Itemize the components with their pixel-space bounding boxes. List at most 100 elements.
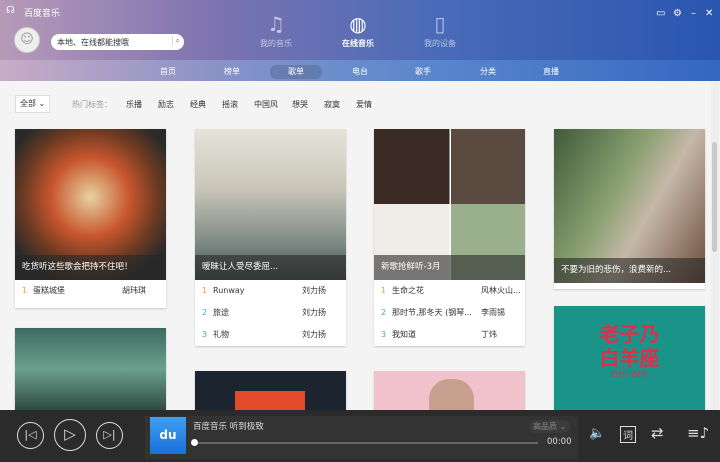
track-row[interactable]: 3 礼物 刘力扬 <box>195 324 346 346</box>
subnav-charts[interactable]: 榜单 <box>214 65 250 79</box>
progress-handle[interactable] <box>191 439 198 446</box>
volume-icon[interactable]: 🔈 <box>589 426 605 441</box>
quality-selector[interactable]: 高品质 ⌄ <box>529 420 571 433</box>
tab-label: 我的音乐 <box>260 39 292 48</box>
subnav-live[interactable]: 直播 <box>533 65 569 79</box>
app-title: 百度音乐 <box>24 9 61 19</box>
scrollbar-thumb[interactable] <box>712 142 717 252</box>
track-number: 2 <box>202 308 208 317</box>
tag[interactable]: 寂寞 <box>324 99 340 110</box>
app-logo-icon: ☊ <box>6 5 15 16</box>
play-icon[interactable]: ▷ <box>54 419 86 451</box>
search-icon[interactable]: ⌕ <box>171 36 180 46</box>
track-number: 1 <box>22 286 28 295</box>
tab-my-music[interactable]: ♫ 我的音乐 <box>246 10 306 49</box>
playlist-card[interactable]: 吃货听这些歌会把持不住吧！ 1 蛋糕城堡 胡玮琪 <box>15 129 166 308</box>
track-title: 生命之花 <box>392 286 424 295</box>
repeat-icon[interactable]: ⇄ <box>651 424 664 442</box>
track-row[interactable]: 1 蛋糕城堡 胡玮琪 <box>15 280 166 302</box>
playlist-icon[interactable]: ≡♪ <box>687 424 709 442</box>
track-artist: 刘力扬 <box>302 308 326 317</box>
cover-subtext: OH! AH! <box>611 370 648 380</box>
chevron-down-icon: ⌄ <box>38 99 46 108</box>
filter-label: 全部 <box>20 99 36 108</box>
playlist-cover: 新歌抢鲜听-3月 <box>374 129 525 280</box>
globe-icon: ◍ <box>349 12 367 36</box>
hot-tags-label: 热门标签： <box>72 100 112 109</box>
playlist-cover: 暧昧让人受尽委屈... <box>195 129 346 280</box>
lyrics-icon[interactable]: 词 <box>620 426 636 443</box>
track-row[interactable]: 2 那时节,那冬天 (钢琴... 李雨锡 <box>374 302 525 324</box>
track-row[interactable]: 2 旅途 刘力扬 <box>195 302 346 324</box>
playlist-card[interactable] <box>195 371 346 410</box>
track-artist: 胡玮琪 <box>122 286 146 295</box>
track-artist: 李雨锡 <box>481 308 505 317</box>
track-title: 蛋糕城堡 <box>33 286 65 295</box>
tag[interactable]: 中国风 <box>254 99 278 110</box>
track-number: 3 <box>381 330 387 339</box>
all-filter-dropdown[interactable]: 全部 ⌄ <box>15 95 51 113</box>
cover-text: 老子乃白羊座 <box>599 322 660 370</box>
track-artist: 刘力扬 <box>302 286 326 295</box>
playlist-card[interactable] <box>15 328 166 410</box>
minimize-icon[interactable]: – <box>691 8 696 19</box>
playlist-cover: 不要为旧的悲伤，浪费新的... <box>554 129 705 283</box>
subnav-singers[interactable]: 歌手 <box>405 65 441 79</box>
now-playing: du 百度音乐 听到极致 高品质 ⌄ 00:00 <box>145 416 578 459</box>
subnav-radio[interactable]: 电台 <box>342 65 378 79</box>
gear-icon[interactable]: ⚙ <box>673 8 682 19</box>
tag[interactable]: 想哭 <box>292 99 308 110</box>
track-artist: 丁炜 <box>481 330 497 339</box>
track-number: 2 <box>381 308 387 317</box>
chevron-down-icon: ⌄ <box>559 422 567 431</box>
tag[interactable]: 摇滚 <box>222 99 238 110</box>
music-note-icon: ♫ <box>267 12 285 36</box>
track-row[interactable]: 3 我知道 丁炜 <box>374 324 525 346</box>
track-number: 1 <box>202 286 208 295</box>
track-artist: 刘力扬 <box>302 330 326 339</box>
playlist-card[interactable]: 新歌抢鲜听-3月 1 生命之花 风林火山... 2 那时节,那冬天 (钢琴... 李雨锡… <box>374 129 525 346</box>
playlist-cover: 吃货听这些歌会把持不住吧！ <box>15 129 166 280</box>
tag[interactable]: 爱情 <box>356 99 372 110</box>
tag[interactable]: 经典 <box>190 99 206 110</box>
tab-online-music[interactable]: ◍ 在线音乐 <box>328 10 388 49</box>
tag[interactable]: 乐播 <box>126 99 142 110</box>
search-input[interactable]: 本地、在线都能搜哦 ⌕ <box>51 34 184 50</box>
subnav-categories[interactable]: 分类 <box>470 65 506 79</box>
track-title: Runway <box>213 286 245 295</box>
subnav-home[interactable]: 首页 <box>150 65 186 79</box>
search-placeholder: 本地、在线都能搜哦 <box>57 38 129 47</box>
album-art: du <box>150 417 186 454</box>
playlist-caption: 吃货听这些歌会把持不住吧！ <box>15 255 166 280</box>
close-icon[interactable]: ✕ <box>705 8 713 19</box>
tag[interactable]: 励志 <box>158 99 174 110</box>
track-artist: 风林火山... <box>481 286 521 295</box>
track-row[interactable]: 1 生命之花 风林火山... <box>374 280 525 302</box>
next-icon[interactable]: ▷| <box>96 422 123 449</box>
time-elapsed: 00:00 <box>547 437 572 447</box>
track-title: 百度音乐 听到极致 <box>193 422 264 432</box>
device-icon: ▯ <box>434 12 446 36</box>
playlist-card[interactable]: 老子乃白羊座 OH! AH! <box>554 306 705 410</box>
track-title: 旅途 <box>213 308 229 317</box>
previous-icon[interactable]: |◁ <box>17 422 44 449</box>
playlist-card[interactable]: 不要为旧的悲伤，浪费新的... <box>554 129 705 289</box>
playlist-caption: 不要为旧的悲伤，浪费新的... <box>554 258 705 283</box>
quality-label: 高品质 <box>533 422 557 431</box>
scrollbar[interactable] <box>711 82 719 410</box>
track-title: 礼物 <box>213 330 229 339</box>
avatar[interactable]: ☺ <box>14 27 40 53</box>
tab-label: 在线音乐 <box>342 39 374 48</box>
track-title: 那时节,那冬天 (钢琴... <box>392 308 472 317</box>
playlist-card[interactable]: 暧昧让人受尽委屈... 1 Runway 刘力扬 2 旅途 刘力扬 3 礼物 刘力扬 <box>195 129 346 346</box>
subnav-playlists[interactable]: 歌单 <box>270 65 322 79</box>
track-row[interactable]: 1 Runway 刘力扬 <box>195 280 346 302</box>
player-bar: |◁ ▷ ▷| du 百度音乐 听到极致 高品质 ⌄ 00:00 🔈 词 ⇄ ≡… <box>0 410 720 462</box>
playlist-card[interactable] <box>374 371 525 410</box>
skin-icon[interactable]: ▭ <box>656 8 665 19</box>
track-title: 我知道 <box>392 330 416 339</box>
tab-my-device[interactable]: ▯ 我的设备 <box>410 10 470 49</box>
progress-bar[interactable] <box>193 442 538 444</box>
track-number: 3 <box>202 330 208 339</box>
playlist-caption: 新歌抢鲜听-3月 <box>374 255 525 280</box>
